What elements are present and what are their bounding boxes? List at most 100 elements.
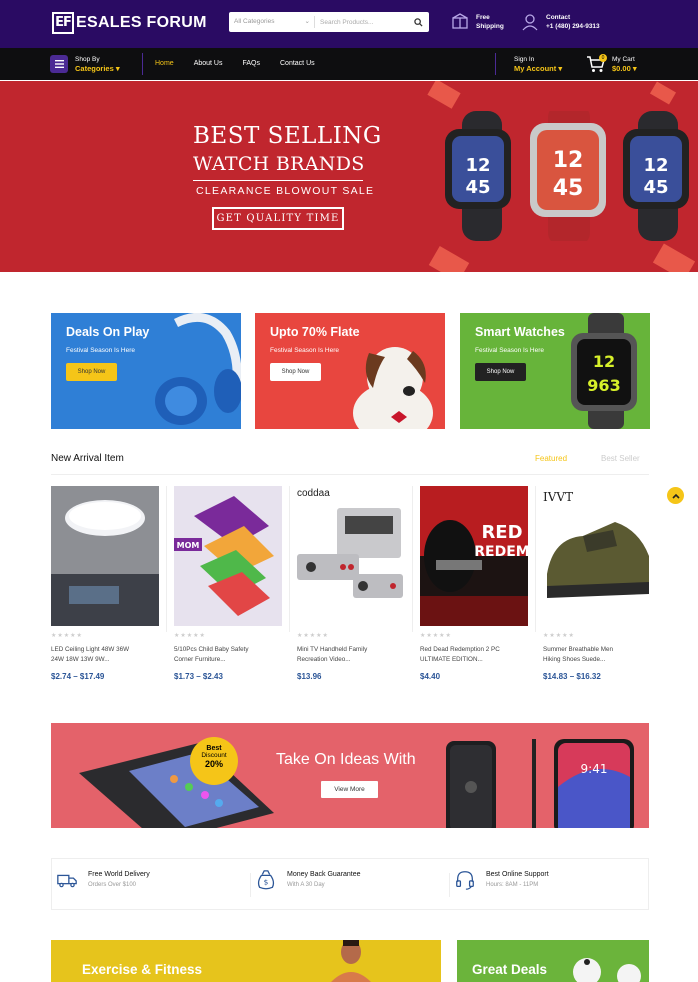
search-icon [413,17,423,27]
nav-links: Home About Us FAQs Contact Us [155,60,335,67]
great-deals-banner[interactable]: Great Deals [457,940,649,982]
logo-mark: EF [52,12,74,34]
promo-title: Deals On Play [66,325,150,339]
nav-link-faqs[interactable]: FAQs [242,60,260,67]
contact-phone[interactable]: +1 (480) 294-9313 [546,22,600,31]
svg-text:REDEM: REDEM [474,544,528,560]
cart-count-badge: 0 [599,54,607,62]
banner-title: Exercise & Fitness [82,962,203,977]
product-name-line2[interactable]: Hiking Shoes Suede... [543,655,651,665]
nav-link-about[interactable]: About Us [194,60,223,67]
phone-clock: 9:41 [581,762,608,776]
decor-shape [649,81,677,105]
menu-icon [50,55,68,73]
site-logo[interactable]: EF ESALES FORUM [52,12,207,34]
nav-divider [142,53,143,75]
product-brand: coddaa [297,488,330,499]
shipping-label-1: Free [476,14,490,21]
product-name-line1[interactable]: 5/10Pcs Child Baby Safety [174,645,282,655]
shop-now-button[interactable]: Shop Now [270,363,321,381]
product-name-line1[interactable]: LED Ceiling Light 48W 36W [51,645,159,655]
promo-subtitle: Festival Season Is Here [66,347,136,354]
features-bar: Free World Delivery Orders Over $100 $ Mo… [51,858,649,910]
product-card[interactable]: RED REDEM ★★★★★ Red Dead Redemption 2 PC U… [420,486,528,681]
hero-subtitle: WATCH BRANDS [193,153,365,175]
product-card[interactable]: ★★★★★ LED Ceiling Light 48W 36W 24W 18W 1… [51,486,159,681]
rating-stars: ★★★★★ [174,633,206,639]
section-title: New Arrival Item [51,453,124,464]
product-image[interactable]: MOM [174,486,282,626]
hero-cta-button[interactable]: GET QUALITY TIME [212,207,344,230]
search-bar: All Categories ⌄ Search Products... [229,12,429,32]
promo-card-discount[interactable]: Upto 70% Flate Festival Season Is Here S… [255,313,445,429]
delivery-truck-icon [57,874,77,888]
product-name-line2[interactable]: 24W 18W 13W 9W... [51,655,159,665]
search-category-select[interactable]: All Categories ⌄ [229,16,315,28]
product-name-line1[interactable]: Mini TV Handheld Family [297,645,405,655]
nav-link-contact[interactable]: Contact Us [280,60,315,67]
rating-stars: ★★★★★ [543,633,575,639]
promo-card-smartwatch[interactable]: 12 963 Smart Watches Festival Season Is … [460,313,650,429]
banner-title: Great Deals [472,962,548,977]
discount-badge-percent: 20% [204,759,223,769]
shop-by-categories-button[interactable]: Shop By Categories ▾ [50,55,120,73]
shop-now-button[interactable]: Shop Now [475,363,526,381]
watch-time-minute: 45 [465,177,490,198]
product-divider [535,486,536,632]
hero-banner[interactable]: BEST SELLING WATCH BRANDS CLEARANCE BLOW… [0,81,698,272]
promo-banner-phones[interactable]: Best Discount 20% Take On Ideas With Vie… [51,723,649,828]
section-divider [51,474,649,475]
cart-total: $0.00 [612,64,631,73]
tab-featured[interactable]: Featured [535,454,567,463]
shop-now-button[interactable]: Shop Now [66,363,117,381]
product-image[interactable]: coddaa [297,486,405,626]
search-input[interactable]: Search Products... [315,19,407,26]
discount-badge-line2: Discount [201,752,227,759]
shipping-icon [452,13,468,29]
product-card[interactable]: coddaa ★★★★★ Mini TV Handheld Family Recr… [297,486,405,681]
product-image[interactable]: IVVT [543,486,651,626]
feature-title: Money Back Guarantee [287,871,361,878]
caret-down-icon: ▾ [632,64,637,73]
decor-shape [428,245,470,272]
hero-tagline: CLEARANCE BLOWOUT SALE [196,185,375,197]
decor-shape [652,243,696,272]
feature-item: $ Money Back Guarantee With A 30 Day [255,869,361,891]
product-card[interactable]: IVVT ★★★★★ Summer Breathable Men Hiking S… [543,486,651,681]
caret-down-icon: ▾ [115,64,120,73]
rating-stars: ★★★★★ [51,633,83,639]
shop-by-label: Shop By [75,56,100,63]
money-bag-icon: $ [257,870,275,890]
feature-divider [250,873,251,897]
promo-card-deals[interactable]: Deals On Play Festival Season Is Here Sh… [51,313,241,429]
view-more-button[interactable]: View More [321,781,378,798]
svg-text:963: 963 [587,376,620,395]
search-button[interactable] [407,17,429,27]
logo-text: ESALES FORUM [76,14,207,31]
product-card[interactable]: MOM ★★★★★ 5/10Pcs Child Baby Safety Corne… [174,486,282,681]
contact-info: Contact +1 (480) 294-9313 [520,12,600,32]
discount-badge-line1: Best [206,745,222,752]
decor-shape [427,81,461,109]
promo-title: Smart Watches [475,325,565,339]
svg-text:RED: RED [481,522,522,543]
account-menu[interactable]: Sign In My Account ▾ [514,55,562,73]
product-name-line1[interactable]: Red Dead Redemption 2 PC [420,645,528,655]
product-name-line2[interactable]: Recreation Video... [297,655,405,665]
cart-button[interactable]: 0 My Cart $0.00 ▾ [586,54,637,73]
product-image[interactable]: RED REDEM [420,486,528,626]
product-price: $2.74 – $17.49 [51,672,105,681]
exercise-fitness-banner[interactable]: Exercise & Fitness [51,940,441,982]
scroll-to-top-button[interactable] [667,487,684,504]
tab-best-seller[interactable]: Best Seller [601,454,640,463]
product-name-line1[interactable]: Summer Breathable Men [543,645,651,655]
hero-title: BEST SELLING [193,123,382,149]
smartwatches-image: 12 45 12 45 12 45 [445,111,689,241]
product-name-line2[interactable]: Corner Furniture... [174,655,282,665]
iphone-image: 9:41 [446,739,634,828]
product-image[interactable] [51,486,159,626]
banner-heading: Take On Ideas With [276,751,416,768]
promo-subtitle: Festival Season Is Here [475,347,545,354]
nav-link-home[interactable]: Home [155,60,174,67]
product-name-line2[interactable]: ULTIMATE EDITION... [420,655,528,665]
